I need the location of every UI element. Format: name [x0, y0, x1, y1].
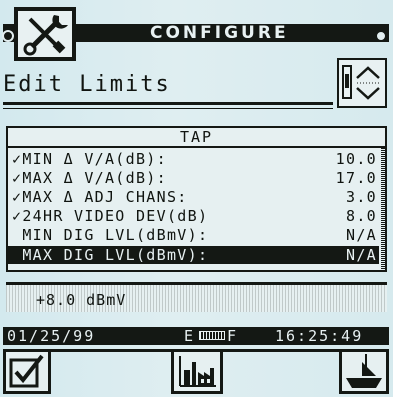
table-row[interactable]: ✓MAX Δ V/A(dB): 17.0: [8, 169, 379, 187]
row-value: 8.0: [346, 207, 377, 225]
status-date: 01/25/99: [7, 327, 96, 345]
row-label: ✓24HR VIDEO DEV(dB): [12, 207, 209, 225]
battery-empty-label: E: [184, 327, 196, 345]
edit-value-text: +8.0 dBmV: [36, 291, 127, 309]
boat-icon: [346, 354, 382, 388]
row-value: N/A: [346, 226, 377, 244]
factory-chart-icon: [179, 356, 216, 387]
header-left-bullet: [2, 30, 14, 42]
table-row[interactable]: MIN DIG LVL(dBmV): N/A: [8, 226, 379, 244]
row-value: 17.0: [335, 169, 377, 187]
wrench-screwdriver-icon: [14, 7, 76, 61]
table-scrollbar[interactable]: [381, 148, 385, 270]
softkey-bar: [3, 349, 389, 397]
row-label: ✓MAX Δ V/A(dB):: [12, 169, 167, 187]
status-bar: 01/25/99 E F 16:25:49: [3, 327, 389, 345]
page-title: Edit Limits: [3, 72, 171, 97]
header-title: CONFIGURE: [150, 23, 289, 43]
row-label: MIN DIG LVL(dBmV):: [12, 226, 209, 244]
battery-icon: [199, 331, 225, 340]
table-row[interactable]: ✓MIN Δ V/A(dB): 10.0: [8, 150, 379, 168]
title-underline: [3, 102, 333, 105]
title-underline-thin: [3, 108, 333, 109]
table-heading: TAP: [8, 128, 385, 148]
table-row[interactable]: ✓24HR VIDEO DEV(dB) 8.0: [8, 207, 379, 225]
up-down-scroll-icon[interactable]: [337, 58, 387, 108]
edit-value-field[interactable]: +8.0 dBmV: [6, 282, 387, 312]
lcd-screen: CONFIGURE Edit Limits TAP ✓MIN Δ V/A(dB)…: [0, 0, 393, 397]
battery-full-label: F: [227, 327, 239, 345]
boat-softkey[interactable]: [339, 349, 389, 394]
limits-table: TAP ✓MIN Δ V/A(dB): 10.0 ✓MAX Δ V/A(dB):…: [6, 126, 387, 272]
row-label: MAX DIG LVL(dBmV):: [12, 246, 209, 264]
row-value: 10.0: [335, 150, 377, 168]
checkbox-softkey[interactable]: [3, 349, 51, 394]
row-label: ✓MAX Δ ADJ CHANS:: [12, 188, 188, 206]
table-row-selected[interactable]: MAX DIG LVL(dBmV): N/A: [8, 246, 379, 264]
status-time: 16:25:49: [275, 327, 364, 345]
factory-chart-softkey[interactable]: [171, 349, 223, 394]
row-label: ✓MIN Δ V/A(dB):: [12, 150, 167, 168]
row-value: 3.0: [346, 188, 377, 206]
checkbox-icon: [9, 354, 44, 388]
table-row[interactable]: ✓MAX Δ ADJ CHANS: 3.0: [8, 188, 379, 206]
row-value: N/A: [346, 246, 377, 264]
